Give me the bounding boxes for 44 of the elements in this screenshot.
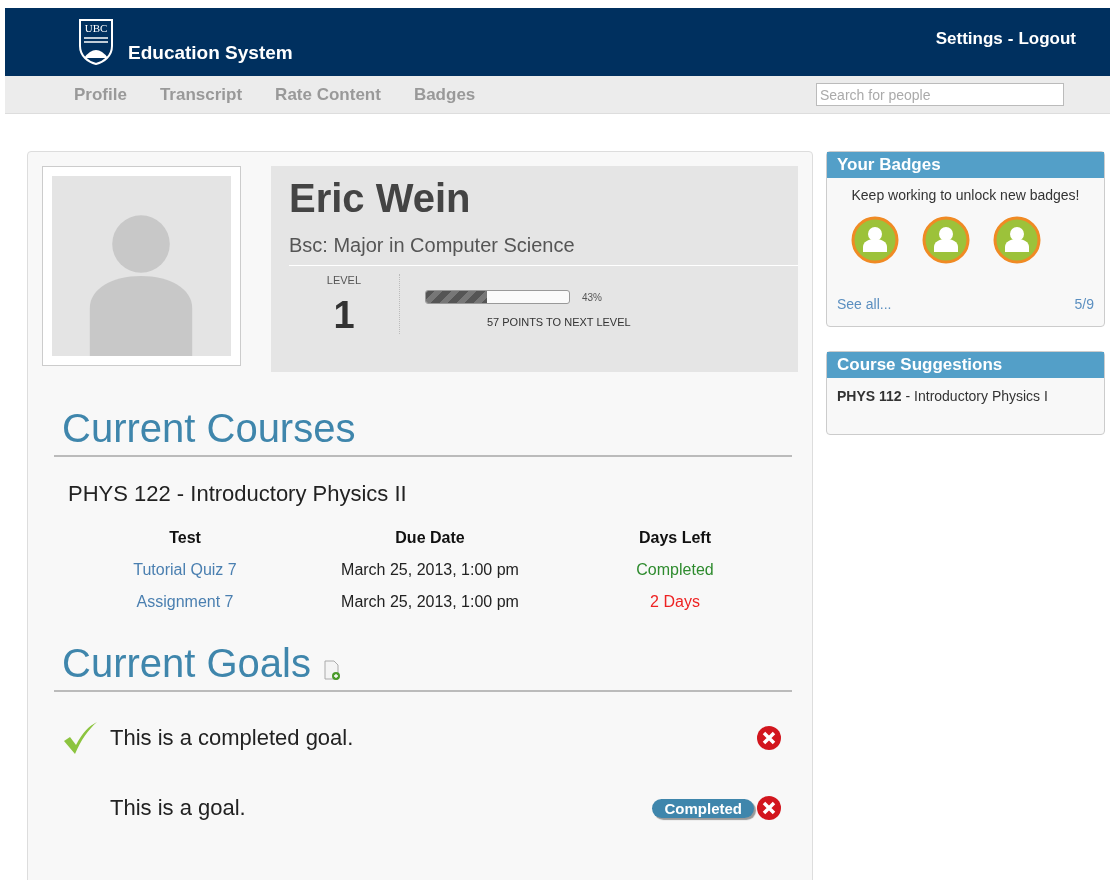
level-value: 1 <box>333 294 355 337</box>
settings-link[interactable]: Settings <box>935 29 1003 49</box>
course-suggestion[interactable]: PHYS 112 - Introductory Physics I <box>827 378 1104 434</box>
nav-tab[interactable]: Profile <box>74 84 127 105</box>
section-heading: Current Courses <box>62 406 356 451</box>
delete-icon[interactable] <box>756 795 782 821</box>
badge-icon <box>851 216 899 264</box>
points-caption: 57 POINTS TO NEXT LEVEL <box>486 316 631 328</box>
complete-button[interactable]: Completed <box>652 798 754 818</box>
badges-message: Keep working to unlock new badges! <box>850 187 1081 203</box>
due-date: March 25, 2013, 1:00 pm <box>341 561 519 578</box>
nav-tab[interactable]: Transcript <box>159 84 243 105</box>
add-document-icon[interactable] <box>323 660 341 680</box>
column-header: Due Date <box>394 529 466 547</box>
logout-link[interactable]: Logout <box>1018 29 1076 49</box>
card-header: Your Badges <box>827 152 1104 178</box>
search-field[interactable]: Search for people <box>816 83 1064 106</box>
goal-text: This is a goal. <box>110 795 246 821</box>
column-header: Test <box>168 529 202 547</box>
nav-tab[interactable]: Rate Content <box>275 84 381 105</box>
goal-text: This is a completed goal. <box>110 725 354 751</box>
progress-percent: 43% <box>581 291 602 303</box>
site-title: Education System <box>128 42 293 64</box>
card-header: Course Suggestions <box>827 352 1104 378</box>
test-link[interactable]: Assignment 7 <box>136 593 234 610</box>
user-name: Eric Wein <box>288 176 472 221</box>
program-text: Bsc: Major in Computer Science <box>288 234 576 257</box>
nav-tab[interactable]: Badges <box>413 84 476 105</box>
days-left-status: Completed <box>636 561 714 578</box>
course-title: PHYS 122 - Introductory Physics II <box>68 481 408 507</box>
checkmark-icon <box>62 721 98 755</box>
level-label: LEVEL <box>326 274 362 286</box>
column-header: Days Left <box>638 529 712 547</box>
days-left-status: 2 Days <box>650 593 700 610</box>
badge-progress-text: 5/9 <box>1074 296 1094 312</box>
delete-icon[interactable] <box>756 725 782 751</box>
due-date: March 25, 2013, 1:00 pm <box>341 593 519 610</box>
see-all-link[interactable]: See all... <box>837 296 892 312</box>
section-heading: Current Goals <box>62 641 311 686</box>
badge-icon <box>993 216 1041 264</box>
separator: - <box>1007 29 1014 49</box>
badge-icon <box>922 216 970 264</box>
test-link[interactable]: Tutorial Quiz 7 <box>133 561 237 578</box>
logo-icon: UBC <box>78 18 114 66</box>
